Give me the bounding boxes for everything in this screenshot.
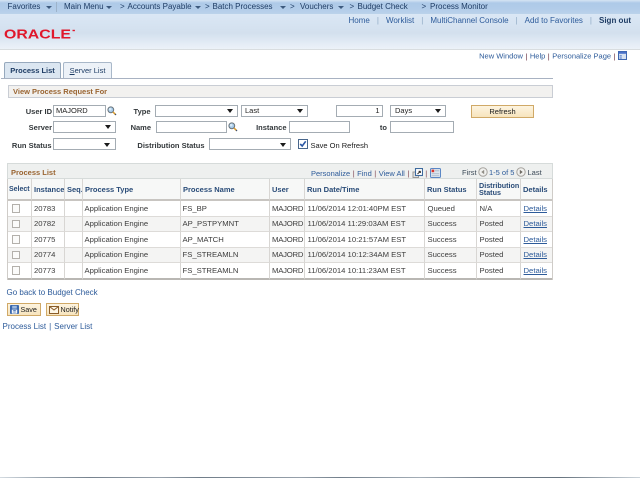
svg-text:ORACLE: ORACLE	[4, 28, 71, 41]
